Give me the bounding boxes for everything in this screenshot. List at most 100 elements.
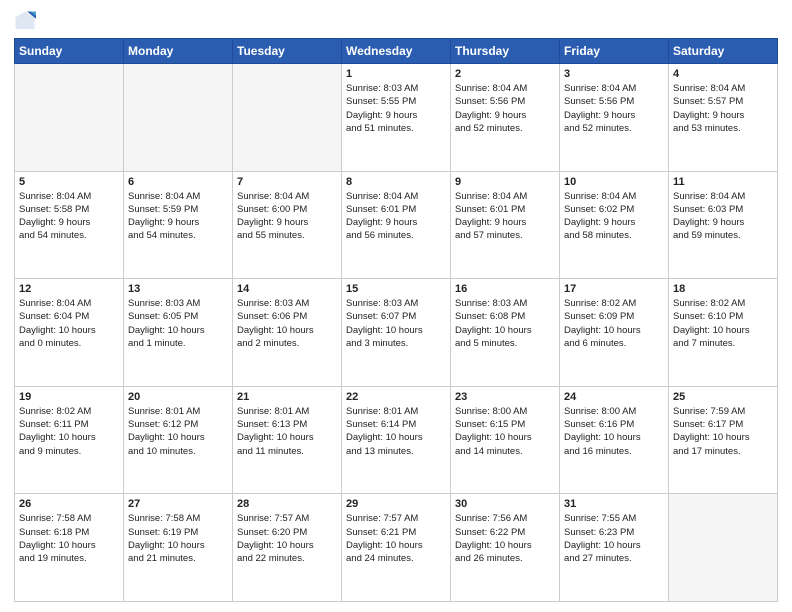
calendar-cell: 29 Sunrise: 7:57 AM Sunset: 6:21 PM Dayli…	[342, 494, 451, 602]
weekday-header: Saturday	[669, 39, 778, 64]
calendar-cell	[233, 64, 342, 172]
logo-icon	[14, 10, 36, 32]
day-info: Sunrise: 7:56 AM Sunset: 6:22 PM Dayligh…	[455, 512, 555, 565]
day-info: Sunrise: 8:02 AM Sunset: 6:11 PM Dayligh…	[19, 405, 119, 458]
day-info: Sunrise: 8:03 AM Sunset: 6:07 PM Dayligh…	[346, 297, 446, 350]
day-info: Sunrise: 8:04 AM Sunset: 6:01 PM Dayligh…	[455, 190, 555, 243]
day-number: 25	[673, 391, 773, 403]
day-number: 30	[455, 498, 555, 510]
day-info: Sunrise: 7:55 AM Sunset: 6:23 PM Dayligh…	[564, 512, 664, 565]
calendar-cell: 24Sunrise: 8:00 AM Sunset: 6:16 PM Dayli…	[560, 386, 669, 494]
calendar-cell: 4 Sunrise: 8:04 AM Sunset: 5:57 PM Daylig…	[669, 64, 778, 172]
day-number: 4	[673, 68, 773, 80]
day-number: 19	[19, 391, 119, 403]
day-info: Sunrise: 8:04 AM Sunset: 5:59 PM Dayligh…	[128, 190, 228, 243]
calendar-cell: 28 Sunrise: 7:57 AM Sunset: 6:20 PM Dayli…	[233, 494, 342, 602]
day-info: Sunrise: 8:01 AM Sunset: 6:14 PM Dayligh…	[346, 405, 446, 458]
day-number: 24	[564, 391, 664, 403]
calendar-cell: 7 Sunrise: 8:04 AM Sunset: 6:00 PM Daylig…	[233, 171, 342, 279]
calendar-cell: 11 Sunrise: 8:04 AM Sunset: 6:03 PM Dayli…	[669, 171, 778, 279]
calendar-cell: 3Sunrise: 8:04 AM Sunset: 5:56 PM Daylig…	[560, 64, 669, 172]
header	[14, 10, 778, 32]
day-number: 7	[237, 176, 337, 188]
day-info: Sunrise: 7:58 AM Sunset: 6:18 PM Dayligh…	[19, 512, 119, 565]
day-number: 8	[346, 176, 446, 188]
day-number: 28	[237, 498, 337, 510]
day-info: Sunrise: 8:01 AM Sunset: 6:13 PM Dayligh…	[237, 405, 337, 458]
day-number: 27	[128, 498, 228, 510]
calendar-cell: 5 Sunrise: 8:04 AM Sunset: 5:58 PM Daylig…	[15, 171, 124, 279]
calendar-week-row: 5 Sunrise: 8:04 AM Sunset: 5:58 PM Daylig…	[15, 171, 778, 279]
calendar-table: SundayMondayTuesdayWednesdayThursdayFrid…	[14, 38, 778, 602]
day-info: Sunrise: 8:04 AM Sunset: 6:02 PM Dayligh…	[564, 190, 664, 243]
day-info: Sunrise: 8:04 AM Sunset: 5:57 PM Dayligh…	[673, 82, 773, 135]
day-number: 21	[237, 391, 337, 403]
calendar-cell	[669, 494, 778, 602]
day-number: 5	[19, 176, 119, 188]
day-number: 11	[673, 176, 773, 188]
calendar-cell: 19 Sunrise: 8:02 AM Sunset: 6:11 PM Dayli…	[15, 386, 124, 494]
day-info: Sunrise: 8:01 AM Sunset: 6:12 PM Dayligh…	[128, 405, 228, 458]
calendar-cell: 25 Sunrise: 7:59 AM Sunset: 6:17 PM Dayli…	[669, 386, 778, 494]
day-info: Sunrise: 8:02 AM Sunset: 6:10 PM Dayligh…	[673, 297, 773, 350]
day-info: Sunrise: 8:04 AM Sunset: 5:56 PM Dayligh…	[455, 82, 555, 135]
calendar-cell: 31 Sunrise: 7:55 AM Sunset: 6:23 PM Dayli…	[560, 494, 669, 602]
day-number: 2	[455, 68, 555, 80]
calendar-cell: 6 Sunrise: 8:04 AM Sunset: 5:59 PM Daylig…	[124, 171, 233, 279]
day-number: 31	[564, 498, 664, 510]
day-number: 1	[346, 68, 446, 80]
calendar-cell: 8 Sunrise: 8:04 AM Sunset: 6:01 PM Daylig…	[342, 171, 451, 279]
calendar-header: SundayMondayTuesdayWednesdayThursdayFrid…	[15, 39, 778, 64]
day-number: 23	[455, 391, 555, 403]
day-number: 15	[346, 283, 446, 295]
day-number: 9	[455, 176, 555, 188]
calendar-week-row: 1 Sunrise: 8:03 AM Sunset: 5:55 PM Daylig…	[15, 64, 778, 172]
day-number: 13	[128, 283, 228, 295]
calendar-cell	[15, 64, 124, 172]
weekday-header: Sunday	[15, 39, 124, 64]
day-number: 10	[564, 176, 664, 188]
calendar-cell: 30 Sunrise: 7:56 AM Sunset: 6:22 PM Dayli…	[451, 494, 560, 602]
day-info: Sunrise: 7:59 AM Sunset: 6:17 PM Dayligh…	[673, 405, 773, 458]
calendar-cell: 17Sunrise: 8:02 AM Sunset: 6:09 PM Dayli…	[560, 279, 669, 387]
weekday-header: Wednesday	[342, 39, 451, 64]
day-number: 18	[673, 283, 773, 295]
logo	[14, 10, 40, 32]
day-info: Sunrise: 8:04 AM Sunset: 6:04 PM Dayligh…	[19, 297, 119, 350]
day-info: Sunrise: 8:03 AM Sunset: 5:55 PM Dayligh…	[346, 82, 446, 135]
calendar-cell: 13 Sunrise: 8:03 AM Sunset: 6:05 PM Dayli…	[124, 279, 233, 387]
day-info: Sunrise: 8:04 AM Sunset: 5:56 PM Dayligh…	[564, 82, 664, 135]
calendar-cell: 2 Sunrise: 8:04 AM Sunset: 5:56 PM Daylig…	[451, 64, 560, 172]
day-info: Sunrise: 7:57 AM Sunset: 6:20 PM Dayligh…	[237, 512, 337, 565]
day-info: Sunrise: 8:03 AM Sunset: 6:05 PM Dayligh…	[128, 297, 228, 350]
calendar-week-row: 12 Sunrise: 8:04 AM Sunset: 6:04 PM Dayli…	[15, 279, 778, 387]
day-number: 6	[128, 176, 228, 188]
calendar-cell: 16 Sunrise: 8:03 AM Sunset: 6:08 PM Dayli…	[451, 279, 560, 387]
day-number: 26	[19, 498, 119, 510]
day-info: Sunrise: 8:04 AM Sunset: 6:00 PM Dayligh…	[237, 190, 337, 243]
day-number: 16	[455, 283, 555, 295]
day-info: Sunrise: 8:00 AM Sunset: 6:15 PM Dayligh…	[455, 405, 555, 458]
calendar-week-row: 26 Sunrise: 7:58 AM Sunset: 6:18 PM Dayli…	[15, 494, 778, 602]
calendar-cell: 22Sunrise: 8:01 AM Sunset: 6:14 PM Dayli…	[342, 386, 451, 494]
day-info: Sunrise: 7:57 AM Sunset: 6:21 PM Dayligh…	[346, 512, 446, 565]
day-info: Sunrise: 8:02 AM Sunset: 6:09 PM Dayligh…	[564, 297, 664, 350]
day-info: Sunrise: 8:04 AM Sunset: 6:01 PM Dayligh…	[346, 190, 446, 243]
calendar-cell: 23 Sunrise: 8:00 AM Sunset: 6:15 PM Dayli…	[451, 386, 560, 494]
day-info: Sunrise: 8:04 AM Sunset: 6:03 PM Dayligh…	[673, 190, 773, 243]
calendar-cell: 14 Sunrise: 8:03 AM Sunset: 6:06 PM Dayli…	[233, 279, 342, 387]
day-info: Sunrise: 8:03 AM Sunset: 6:06 PM Dayligh…	[237, 297, 337, 350]
calendar-body: 1 Sunrise: 8:03 AM Sunset: 5:55 PM Daylig…	[15, 64, 778, 602]
day-info: Sunrise: 8:03 AM Sunset: 6:08 PM Dayligh…	[455, 297, 555, 350]
weekday-header: Thursday	[451, 39, 560, 64]
day-number: 20	[128, 391, 228, 403]
day-info: Sunrise: 8:04 AM Sunset: 5:58 PM Dayligh…	[19, 190, 119, 243]
calendar-cell: 20 Sunrise: 8:01 AM Sunset: 6:12 PM Dayli…	[124, 386, 233, 494]
weekday-header: Friday	[560, 39, 669, 64]
day-number: 14	[237, 283, 337, 295]
day-number: 29	[346, 498, 446, 510]
calendar-cell: 12 Sunrise: 8:04 AM Sunset: 6:04 PM Dayli…	[15, 279, 124, 387]
day-number: 12	[19, 283, 119, 295]
weekday-header: Monday	[124, 39, 233, 64]
calendar-cell: 27Sunrise: 7:58 AM Sunset: 6:19 PM Dayli…	[124, 494, 233, 602]
